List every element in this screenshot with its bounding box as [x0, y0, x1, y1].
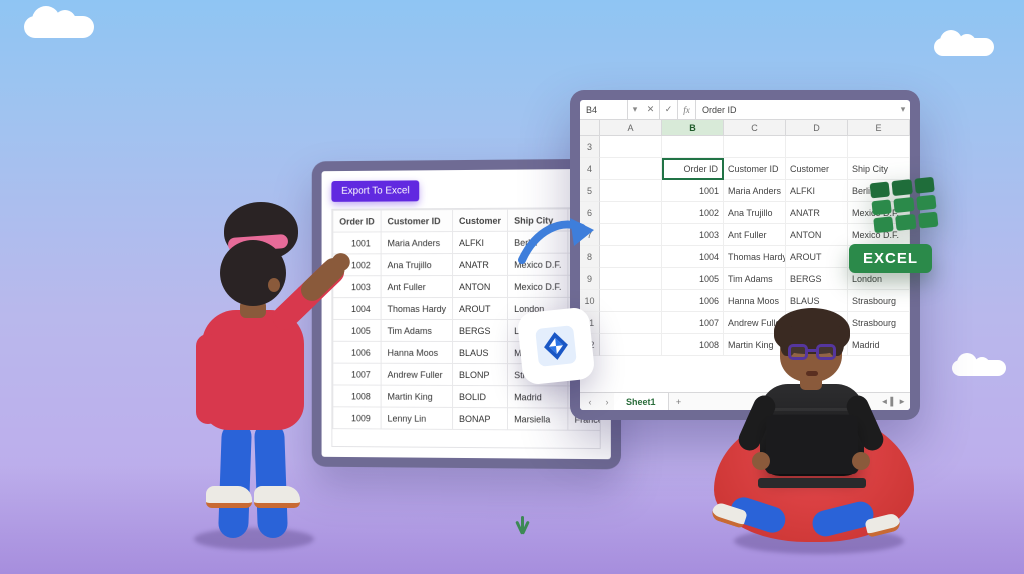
- cell[interactable]: Tim Adams: [724, 268, 786, 290]
- cell[interactable]: ANTON: [786, 224, 848, 246]
- table-cell: Marsiella: [508, 408, 568, 430]
- cell[interactable]: 1001: [662, 180, 724, 202]
- cell[interactable]: [600, 334, 662, 356]
- illustration-person-pointing: [170, 164, 360, 544]
- winui-logo-icon: [532, 322, 580, 370]
- cell[interactable]: [600, 158, 662, 180]
- column-header-row: ABCDE: [580, 120, 910, 136]
- table-cell: Tim Adams: [381, 319, 452, 341]
- table-cell: BLONP: [453, 363, 508, 385]
- cell[interactable]: 1003: [662, 224, 724, 246]
- cell[interactable]: AROUT: [786, 246, 848, 268]
- table-row[interactable]: 1008Martin KingBOLIDMadridSpain: [333, 385, 601, 408]
- table-cell: Ana Trujillo: [381, 254, 452, 276]
- table-cell: Andrew Fuller: [381, 363, 452, 385]
- formula-expand-icon[interactable]: ▾: [896, 104, 910, 115]
- cell[interactable]: [848, 136, 910, 158]
- table-cell: ANATR: [453, 253, 508, 275]
- row-header[interactable]: 3: [580, 136, 600, 158]
- table-cell: ALFKI: [453, 231, 508, 253]
- name-box[interactable]: B4: [580, 100, 628, 119]
- table-cell: BONAP: [453, 407, 508, 429]
- sheet-row: 51001Maria AndersALFKIBerlin: [580, 180, 910, 202]
- cell[interactable]: Maria Anders: [724, 180, 786, 202]
- sheet-row: 4 Order IDCustomer IDCustomerShip City: [580, 158, 910, 180]
- cell[interactable]: Thomas Hardy: [724, 246, 786, 268]
- name-box-dropdown-icon[interactable]: ▾: [628, 104, 642, 115]
- column-header[interactable]: E: [848, 120, 910, 135]
- table-row[interactable]: 1009Lenny LinBONAPMarsiellaFrance: [333, 407, 601, 431]
- sheet-row: 61002Ana TrujilloANATRMexico D.F.: [580, 202, 910, 224]
- cell[interactable]: 1004: [662, 246, 724, 268]
- cloud-decoration: [24, 16, 94, 38]
- column-header[interactable]: D: [786, 120, 848, 135]
- cell[interactable]: [786, 136, 848, 158]
- column-header[interactable]: B: [662, 120, 724, 135]
- sheet-row: 71003Ant FullerANTONMexico D.F.: [580, 224, 910, 246]
- cell[interactable]: [600, 202, 662, 224]
- excel-spreadsheet-icon: [870, 177, 939, 233]
- table-cell: Lenny Lin: [381, 407, 452, 429]
- row-header[interactable]: 5: [580, 180, 600, 202]
- table-cell: BERGS: [453, 319, 508, 341]
- cell[interactable]: [600, 224, 662, 246]
- cell[interactable]: [662, 136, 724, 158]
- cell[interactable]: Order ID: [662, 158, 724, 180]
- column-header[interactable]: C: [724, 120, 786, 135]
- sheet-nav-prev-icon[interactable]: ‹: [580, 397, 600, 407]
- cell[interactable]: ALFKI: [786, 180, 848, 202]
- enter-formula-icon[interactable]: ✓: [660, 100, 678, 119]
- illustration-person-laptop: [694, 288, 934, 548]
- cell[interactable]: [724, 136, 786, 158]
- cell[interactable]: [600, 136, 662, 158]
- arrow-icon: [516, 210, 606, 280]
- sheet-tab[interactable]: Sheet1: [614, 393, 669, 410]
- cell[interactable]: [600, 312, 662, 334]
- table-cell: Hanna Moos: [381, 341, 452, 363]
- fx-icon[interactable]: fx: [678, 100, 696, 119]
- column-header[interactable]: A: [600, 120, 662, 135]
- sheet-nav-next-icon[interactable]: ›: [600, 397, 614, 407]
- data-grid-col-header[interactable]: Customer ID: [381, 210, 452, 232]
- cell[interactable]: [600, 180, 662, 202]
- cell[interactable]: [600, 290, 662, 312]
- table-cell: Ant Fuller: [381, 276, 452, 298]
- add-sheet-icon[interactable]: +: [669, 397, 689, 407]
- excel-label-badge: EXCEL: [849, 244, 932, 273]
- cancel-formula-icon[interactable]: ✕: [642, 100, 660, 119]
- cell[interactable]: Customer ID: [724, 158, 786, 180]
- cell[interactable]: ANATR: [786, 202, 848, 224]
- cell[interactable]: [600, 246, 662, 268]
- cell[interactable]: BERGS: [786, 268, 848, 290]
- table-cell: Maria Anders: [381, 232, 452, 254]
- row-header[interactable]: 4: [580, 158, 600, 180]
- row-header[interactable]: 10: [580, 290, 600, 312]
- plant-decoration: [508, 510, 538, 534]
- cell[interactable]: [600, 268, 662, 290]
- cloud-decoration: [952, 360, 1006, 376]
- sheet-row: 3: [580, 136, 910, 158]
- cell[interactable]: Ship City: [848, 158, 910, 180]
- cell[interactable]: Ana Trujillo: [724, 202, 786, 224]
- table-cell: Martin King: [381, 385, 452, 407]
- table-cell: Thomas Hardy: [381, 298, 452, 320]
- select-all-corner[interactable]: [580, 120, 600, 135]
- formula-bar: B4 ▾ ✕ ✓ fx Order ID ▾: [580, 100, 910, 120]
- table-cell: BOLID: [453, 385, 508, 407]
- winui-logo-badge: [516, 306, 595, 385]
- formula-input[interactable]: Order ID: [696, 105, 896, 115]
- cell[interactable]: Ant Fuller: [724, 224, 786, 246]
- table-cell: AROUT: [453, 297, 508, 319]
- cloud-decoration: [934, 38, 994, 56]
- table-cell: BLAUS: [453, 341, 508, 363]
- table-cell: ANTON: [453, 275, 508, 297]
- cell[interactable]: 1002: [662, 202, 724, 224]
- table-cell: Madrid: [508, 386, 568, 408]
- cell[interactable]: 1005: [662, 268, 724, 290]
- data-grid-col-header[interactable]: Customer: [453, 209, 508, 231]
- cell[interactable]: Customer: [786, 158, 848, 180]
